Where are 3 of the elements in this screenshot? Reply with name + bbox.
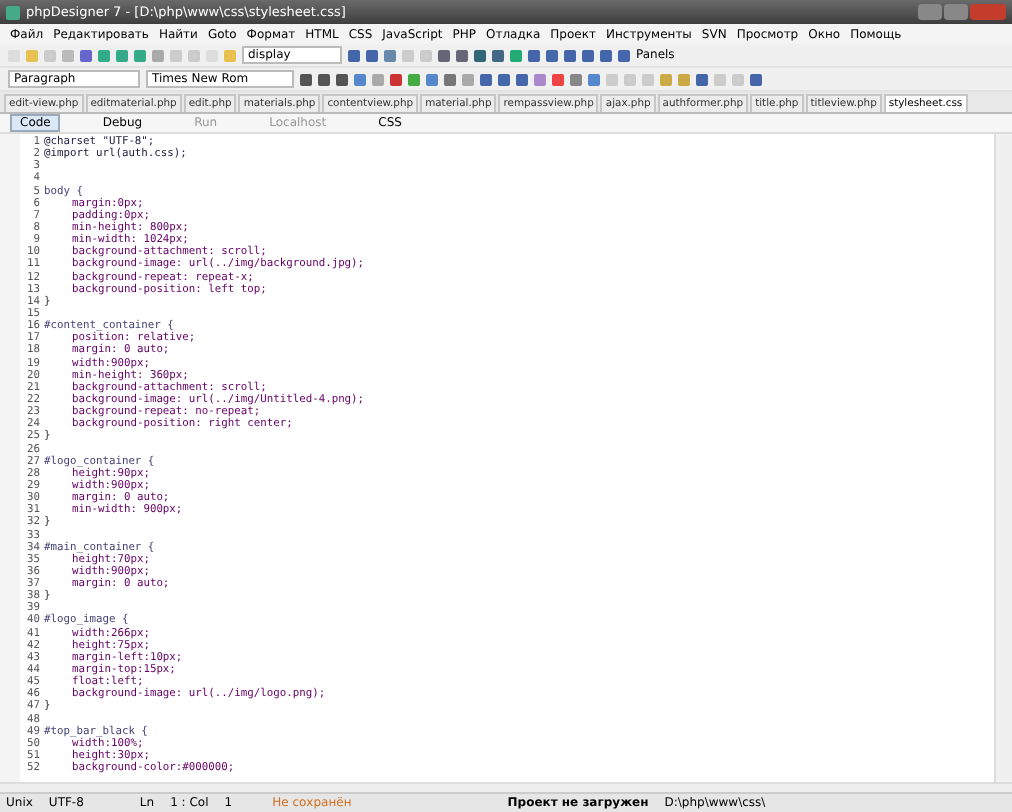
app-icon	[6, 5, 20, 19]
minimize-button[interactable]	[918, 4, 942, 20]
maximize-button[interactable]	[944, 4, 968, 20]
